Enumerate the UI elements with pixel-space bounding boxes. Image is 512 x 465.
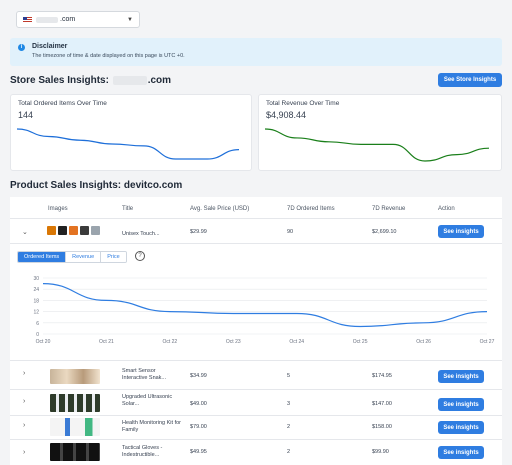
y-tick-label: 24 [33,287,39,293]
see-insights-button[interactable]: See insights [438,421,484,434]
y-tick-label: 0 [36,332,39,338]
detail-tab-group: Ordered Items Revenue Price [17,251,127,263]
expand-chevron-icon[interactable]: › [23,370,25,377]
y-tick-label: 18 [33,298,39,304]
store-insights-title-text: Store Sales Insights: [10,75,109,86]
product-thumbnail [69,226,78,235]
tab-ordered-items[interactable]: Ordered Items [18,252,67,262]
see-insights-button[interactable]: See insights [438,446,484,459]
x-tick-label: Oct 26 [416,339,431,345]
product-revenue: $174.95 [372,373,392,379]
expand-chevron-icon[interactable]: › [23,398,25,405]
product-revenue: $147.00 [372,401,392,407]
info-icon: i [18,44,25,51]
column-header-price: Avg. Sale Price (USD) [190,206,250,212]
divider [10,439,502,440]
product-price: $34.99 [190,373,207,379]
redacted-store-name [36,16,58,23]
store-selector[interactable]: .com ▼ [16,11,140,28]
product-price: $79.00 [190,424,207,430]
product-title: Smart Sensor Interactive Snak... [122,368,167,381]
product-thumbnail [80,226,89,235]
see-insights-button[interactable]: See insights [438,398,484,411]
chevron-down-icon: ▼ [127,16,133,23]
ordered-items-card: Total Ordered Items Over Time 144 [10,94,252,171]
redacted-store-name [112,75,147,85]
product-ordered: 3 [287,401,291,407]
series-line [42,283,488,328]
tab-revenue[interactable]: Revenue [66,252,102,262]
ordered-items-sparkline [16,128,240,160]
column-header-revenue: 7D Revenue [372,206,406,212]
product-thumbnail-strip [50,443,100,461]
divider [10,415,502,416]
disclaimer-banner: i Disclaimer The timezone of time & date… [10,38,502,66]
x-tick-label: Oct 25 [353,339,368,345]
column-header-ordered: 7D Ordered Items [287,206,335,212]
product-insights-title: Product Sales Insights: devitco.com [10,180,183,191]
tab-price[interactable]: Price [101,252,126,262]
product-ordered: 5 [287,373,291,379]
flag-icon [23,16,32,23]
product-ordered: 2 [287,449,291,455]
product-title: Upgraded Ultrasonic Solar... [122,394,173,407]
divider [10,243,502,244]
series-line [16,128,240,160]
divider [10,218,502,219]
product-thumbnail [47,226,56,235]
disclaimer-text: The timezone of time & date displayed on… [32,53,185,59]
product-ordered: 90 [287,229,294,235]
product-title: Unisex Touch... [122,231,160,237]
product-revenue: $158.00 [372,424,392,430]
x-tick-label: Oct 23 [226,339,241,345]
product-title: Health Monitoring Kit for Family [122,420,181,433]
product-price: $29.99 [190,229,207,235]
x-tick-label: Oct 27 [480,339,495,345]
series-line [264,128,490,162]
collapse-chevron-icon[interactable]: ⌄ [22,228,28,236]
product-revenue: $99.90 [372,449,389,455]
divider [10,360,502,361]
divider [10,389,502,390]
revenue-sparkline [264,128,490,162]
product-thumbnail [58,226,67,235]
product-ordered: 2 [287,424,291,430]
product-ordered-items-chart: 0 6 12 18 24 30 Oct 20 Oct 21 Oct 22 Oct 23 Oct 24… [33,276,495,345]
column-header-title: Title [122,206,134,212]
product-revenue: $2,699.10 [372,229,397,235]
x-tick-label: Oct 20 [36,339,51,345]
product-price: $49.95 [190,449,207,455]
see-store-insights-button[interactable]: See Store Insights [438,73,502,87]
product-thumbnail-strip [50,369,100,384]
revenue-card: Total Revenue Over Time $4,908.44 [258,94,502,171]
x-tick-label: Oct 21 [99,339,114,345]
y-tick-label: 6 [36,321,39,327]
product-thumbnail [91,226,100,235]
store-insights-title: Store Sales Insights: .com [10,75,171,86]
y-tick-label: 30 [33,276,39,282]
question-circle-icon[interactable]: ? [135,251,145,261]
y-tick-label: 12 [33,310,39,316]
store-domain-suffix: .com [60,16,76,23]
x-tick-label: Oct 24 [289,339,304,345]
product-thumbnail-strip [50,394,100,412]
store-insights-domain: .com [147,75,172,86]
expand-chevron-icon[interactable]: › [23,422,25,429]
see-insights-button[interactable]: See insights [438,370,484,383]
expand-chevron-icon[interactable]: › [23,449,25,456]
product-thumbnail-strip [50,418,100,436]
disclaimer-title: Disclaimer [32,43,68,50]
column-header-action: Action [438,206,455,212]
product-price: $49.00 [190,401,207,407]
product-title: Tactical Gloves - Indestructible... [122,445,163,458]
see-insights-button[interactable]: See insights [438,225,484,238]
x-tick-label: Oct 22 [162,339,177,345]
column-header-images: Images [48,206,68,212]
